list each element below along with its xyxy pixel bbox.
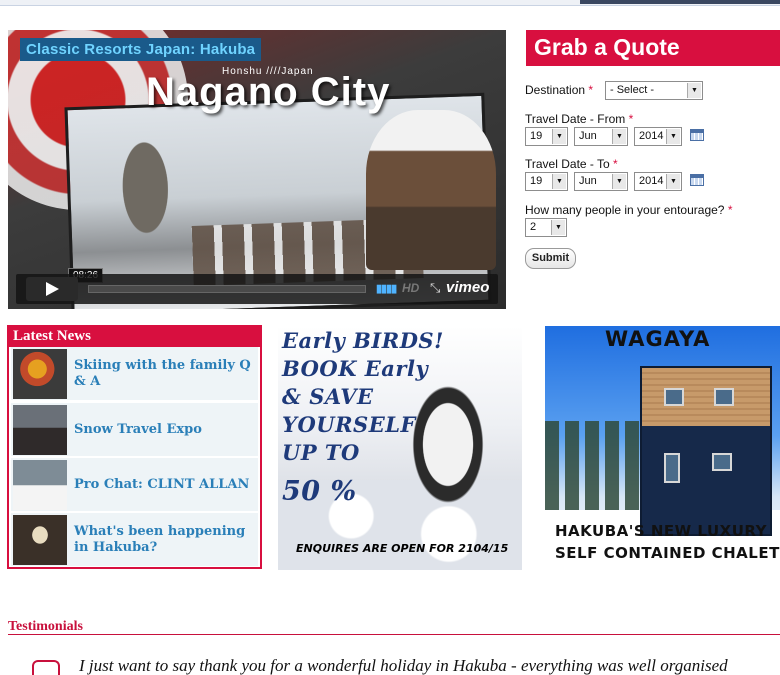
snow-tree [98,126,194,280]
wagaya-line-1: HAKUBA'S NEW LUXURY [555,522,767,540]
chalet-window [712,453,732,471]
calendar-icon[interactable] [690,174,704,186]
progress-bar[interactable] [88,285,366,293]
bird-image [398,362,498,512]
testimonial-text: I just want to say thank you for a wonde… [79,656,728,675]
to-year-select[interactable]: 2014 ▼ [634,172,682,191]
from-date-label: Travel Date - From * [525,112,634,126]
wagaya-banner[interactable]: WAGAYA HAKUBA'S NEW LUXURY SELF CONTAINE… [545,326,780,570]
video-controls: ▮▮▮▮ HD ⤡ vimeo [16,274,498,304]
news-thumbnail[interactable] [13,349,67,399]
news-link[interactable]: Pro Chat: CLINT ALLAN [74,458,256,511]
video-title[interactable]: Classic Resorts Japan: Hakuba [20,38,262,61]
early-birds-banner[interactable]: Early BIRDS! BOOK Early & SAVE YOURSELF … [278,326,522,570]
news-item[interactable]: Pro Chat: CLINT ALLAN [11,458,258,511]
up-to-line: UP TO [282,440,360,465]
news-thumbnail[interactable] [13,405,67,455]
top-strip [0,0,780,6]
news-link[interactable]: Snow Travel Expo [74,403,256,456]
hd-toggle[interactable]: HD [402,281,419,295]
chevron-down-icon: ▼ [687,83,701,98]
chalet-window [664,453,680,483]
fullscreen-icon[interactable]: ⤡ [430,280,440,296]
vimeo-logo[interactable]: vimeo [446,279,489,296]
testimonials-divider [8,634,780,635]
chevron-down-icon: ▼ [551,220,565,235]
chalet-window [664,388,684,406]
video-city-title: Nagano City [146,70,391,114]
stone-lantern [366,110,496,270]
submit-button[interactable]: Submit [525,248,576,269]
chevron-down-icon: ▼ [666,129,680,144]
people-label: How many people in your entourage? * [525,203,733,217]
quote-header: Grab a Quote [526,30,780,66]
calendar-icon[interactable] [690,129,704,141]
from-month-select[interactable]: Jun ▼ [574,127,628,146]
from-year-select[interactable]: 2014 ▼ [634,127,682,146]
news-item[interactable]: What's been happening in Hakuba? [11,513,258,566]
destination-select[interactable]: - Select - ▼ [605,81,703,100]
chalet-window [714,388,734,406]
chalet-image [640,366,772,536]
chevron-down-icon: ▼ [612,129,626,144]
news-link[interactable]: What's been happening in Hakuba? [74,513,256,566]
play-icon [46,282,59,296]
to-month-select[interactable]: Jun ▼ [574,172,628,191]
news-thumbnail[interactable] [13,515,67,565]
people-select[interactable]: 2 ▼ [525,218,567,237]
volume-icon[interactable]: ▮▮▮▮ [376,282,397,295]
news-item[interactable]: Snow Travel Expo [11,403,258,456]
chevron-down-icon: ▼ [552,174,566,189]
discount-line: 50 % [282,476,357,507]
chalet-wood-cladding [642,368,770,426]
save-line: & SAVE [282,384,374,409]
chevron-down-icon: ▼ [612,174,626,189]
book-early-line: BOOK Early [282,356,429,381]
from-day-select[interactable]: 19 ▼ [525,127,568,146]
destination-label: Destination * [525,83,594,97]
chevron-down-icon: ▼ [552,129,566,144]
quote-icon [32,660,60,675]
video-player[interactable]: Classic Resorts Japan: Hakuba Honshu ///… [8,30,506,309]
latest-news-heading: Latest News [9,327,260,347]
yourself-line: YOURSELF [282,412,416,437]
news-item[interactable]: Skiing with the family Q & A [11,347,258,400]
news-link[interactable]: Skiing with the family Q & A [74,347,256,400]
news-thumbnail[interactable] [13,460,67,510]
to-day-select[interactable]: 19 ▼ [525,172,568,191]
chevron-down-icon: ▼ [666,174,680,189]
testimonials-heading: Testimonials [8,619,83,634]
play-button[interactable] [26,277,78,301]
latest-news-panel: Latest News Skiing with the family Q & A… [7,325,262,569]
top-strip-dark [580,0,780,4]
wagaya-line-2: SELF CONTAINED CHALET [555,544,780,562]
early-birds-line: Early BIRDS! [282,328,444,353]
wagaya-title: WAGAYA [605,327,711,351]
to-date-label: Travel Date - To * [525,157,618,171]
enquiries-line: ENQUIRES ARE OPEN FOR 2104/15 [296,542,509,555]
